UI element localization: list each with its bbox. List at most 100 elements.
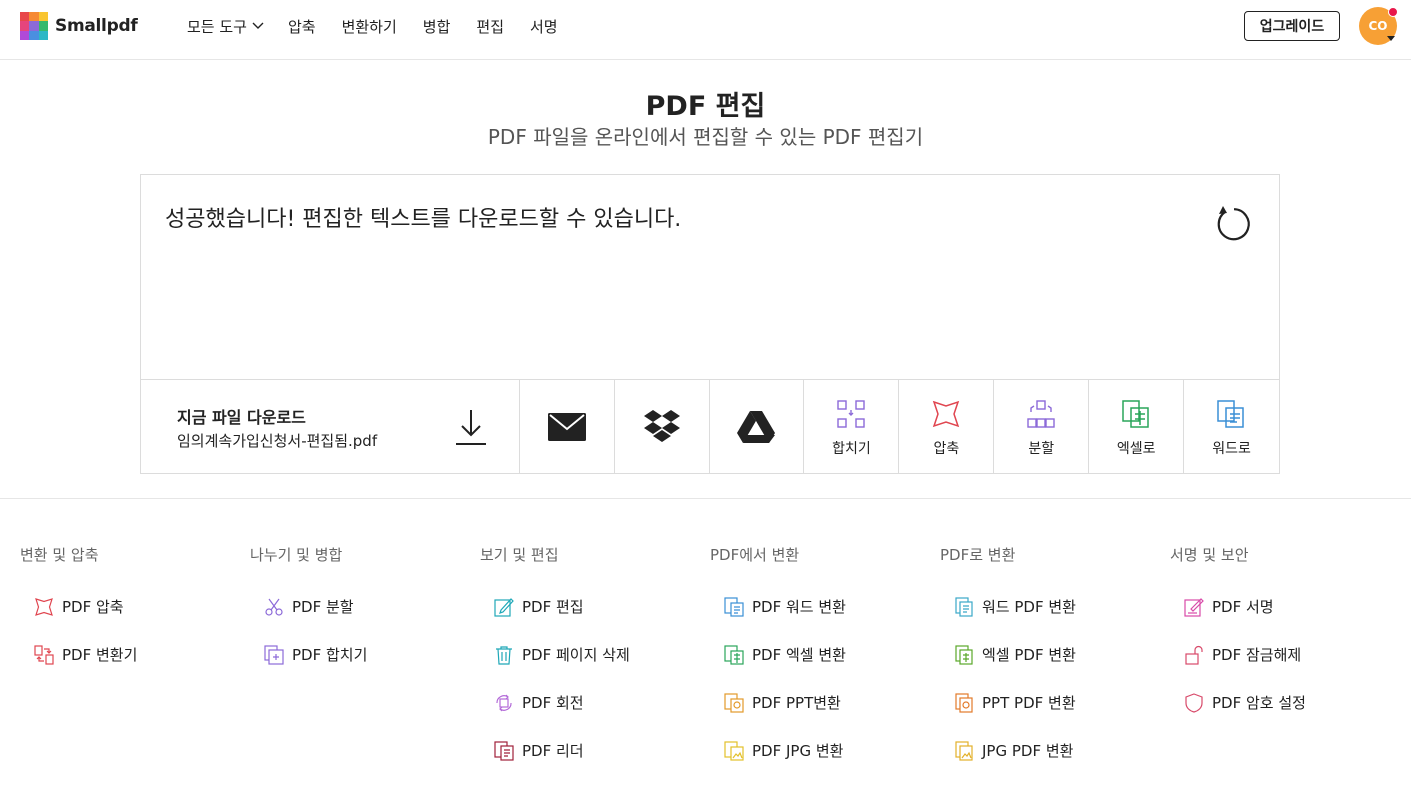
chevron-down-icon — [252, 22, 264, 29]
upgrade-button[interactable]: 업그레이드 — [1244, 11, 1340, 41]
email-button[interactable] — [520, 380, 615, 474]
nav-compress[interactable]: 압축 — [288, 15, 316, 37]
ppt-icon — [724, 692, 744, 713]
nav-merge[interactable]: 병합 — [423, 15, 451, 37]
download-actions: 지금 파일 다운로드 임의계속가입신청서-편집됨.pdf 합치기 압축 분할 엑… — [141, 379, 1279, 474]
merge-label: 합치기 — [832, 441, 871, 457]
merge-icon — [837, 400, 866, 428]
link-label: PDF 압축 — [62, 598, 124, 616]
pdf-to-excel-link[interactable]: PDF 엑셀 변환 — [724, 644, 846, 665]
merge-tool-button[interactable]: 합치기 — [804, 380, 900, 474]
edit-icon — [494, 597, 514, 617]
pdf-rotate-link[interactable]: PDF 회전 — [494, 692, 584, 713]
compress-tool-button[interactable]: 압축 — [899, 380, 995, 474]
dropbox-button[interactable] — [615, 380, 710, 474]
ppt-doc-icon — [955, 692, 973, 713]
link-label: 엑셀 PDF 변환 — [982, 646, 1076, 664]
caret-down-icon — [1387, 36, 1395, 41]
link-label: PDF 변환기 — [62, 646, 138, 664]
pdf-reader-link[interactable]: PDF 리더 — [494, 740, 584, 761]
link-label: PDF 합치기 — [292, 646, 368, 664]
logo-mark-icon — [20, 12, 48, 40]
word-icon — [724, 596, 744, 617]
column-heading: 변환 및 압축 — [20, 546, 99, 564]
pdf-to-ppt-link[interactable]: PDF PPT변환 — [724, 692, 841, 713]
email-icon — [547, 413, 586, 441]
split-tool-button[interactable]: 분할 — [994, 380, 1090, 474]
word-icon — [1217, 400, 1244, 428]
link-label: PDF 리더 — [522, 742, 584, 760]
link-label: PPT PDF 변환 — [982, 694, 1076, 712]
word-to-pdf-link[interactable]: 워드 PDF 변환 — [954, 596, 1076, 617]
page-subtitle: PDF 파일을 온라인에서 편집할 수 있는 PDF 편집기 — [487, 125, 924, 149]
excel-to-pdf-link[interactable]: 엑셀 PDF 변환 — [954, 644, 1076, 665]
download-file-button[interactable]: 지금 파일 다운로드 임의계속가입신청서-편집됨.pdf — [141, 380, 520, 474]
link-label: JPG PDF 변환 — [982, 742, 1074, 760]
to-word-label: 워드로 — [1212, 441, 1251, 457]
jpg-doc-icon — [955, 740, 973, 761]
dropbox-icon — [643, 410, 680, 442]
reader-icon — [494, 740, 514, 761]
pdf-merge-link[interactable]: PDF 합치기 — [264, 644, 367, 665]
column-heading: 나누기 및 병합 — [250, 546, 343, 564]
link-label: PDF 워드 변환 — [752, 598, 846, 616]
to-excel-label: 엑셀로 — [1116, 441, 1156, 457]
column-convert-compress: 변환 및 압축 — [20, 544, 240, 566]
shield-icon — [1185, 692, 1203, 713]
compress-icon — [933, 400, 960, 428]
download-title: 지금 파일 다운로드 — [177, 408, 306, 427]
download-icon — [456, 410, 486, 445]
pdf-edit-link[interactable]: PDF 편집 — [494, 596, 584, 617]
column-split-merge: 나누기 및 병합 — [250, 544, 470, 566]
pdf-protect-link[interactable]: PDF 암호 설정 — [1184, 692, 1306, 713]
logo-text: Smallpdf — [55, 16, 138, 36]
link-label: PDF 엑셀 변환 — [752, 646, 846, 664]
pdf-split-link[interactable]: PDF 분할 — [264, 596, 354, 617]
excel-icon — [724, 644, 744, 665]
restart-icon[interactable] — [1211, 203, 1253, 245]
rotate-icon — [496, 694, 512, 711]
jpg-to-pdf-link[interactable]: JPG PDF 변환 — [954, 740, 1073, 761]
trash-icon — [496, 645, 512, 665]
link-label: PDF 서명 — [1212, 598, 1274, 616]
to-word-tool-button[interactable]: 워드로 — [1184, 380, 1279, 474]
pdf-to-jpg-link[interactable]: PDF JPG 변환 — [724, 740, 843, 761]
ppt-to-pdf-link[interactable]: PPT PDF 변환 — [954, 692, 1076, 713]
nav-all-tools[interactable]: 모든 도구 — [187, 15, 264, 37]
excel-doc-icon — [955, 644, 973, 665]
page-title: PDF 편집 — [645, 91, 766, 122]
unlock-icon — [1185, 645, 1203, 665]
compress-label: 압축 — [933, 441, 960, 457]
split-label: 분할 — [1028, 441, 1055, 457]
nav-edit[interactable]: 편집 — [476, 15, 504, 37]
scissors-icon — [265, 598, 283, 616]
file-name: 임의계속가입신청서-편집됨.pdf — [177, 432, 378, 450]
to-excel-tool-button[interactable]: 엑셀로 — [1089, 380, 1185, 474]
column-heading: PDF로 변환 — [940, 546, 1016, 564]
nav-sign[interactable]: 서명 — [530, 15, 558, 37]
link-label: PDF 회전 — [522, 694, 584, 712]
link-label: PDF 페이지 삭제 — [522, 646, 630, 664]
notification-dot — [1388, 7, 1398, 17]
link-label: PDF 잠금해제 — [1212, 646, 1302, 664]
pdf-compress-link[interactable]: PDF 압축 — [34, 596, 124, 617]
link-label: PDF 분할 — [292, 598, 354, 616]
column-view-edit: 보기 및 편집 — [480, 544, 700, 566]
pdf-sign-link[interactable]: PDF 서명 — [1184, 596, 1274, 617]
word-doc-icon — [955, 596, 973, 617]
nav-convert[interactable]: 변환하기 — [342, 15, 397, 37]
column-sign-security: 서명 및 보안 — [1170, 544, 1390, 566]
pdf-converter-link[interactable]: PDF 변환기 — [34, 644, 137, 665]
column-from-pdf: PDF에서 변환 — [710, 544, 930, 566]
google-drive-button[interactable] — [710, 380, 805, 474]
smallpdf-logo[interactable]: Smallpdf — [20, 12, 138, 40]
section-divider — [0, 498, 1411, 499]
pdf-delete-pages-link[interactable]: PDF 페이지 삭제 — [494, 644, 630, 665]
top-header: Smallpdf 모든 도구 압축 변환하기 병합 편집 서명 업그레이드 CO — [0, 0, 1411, 60]
main-nav: 모든 도구 압축 변환하기 병합 편집 서명 — [187, 15, 584, 37]
compress-icon — [35, 597, 53, 616]
pdf-to-word-link[interactable]: PDF 워드 변환 — [724, 596, 846, 617]
column-to-pdf: PDF로 변환 — [940, 544, 1160, 566]
link-label: PDF 암호 설정 — [1212, 694, 1306, 712]
pdf-unlock-link[interactable]: PDF 잠금해제 — [1184, 644, 1301, 665]
